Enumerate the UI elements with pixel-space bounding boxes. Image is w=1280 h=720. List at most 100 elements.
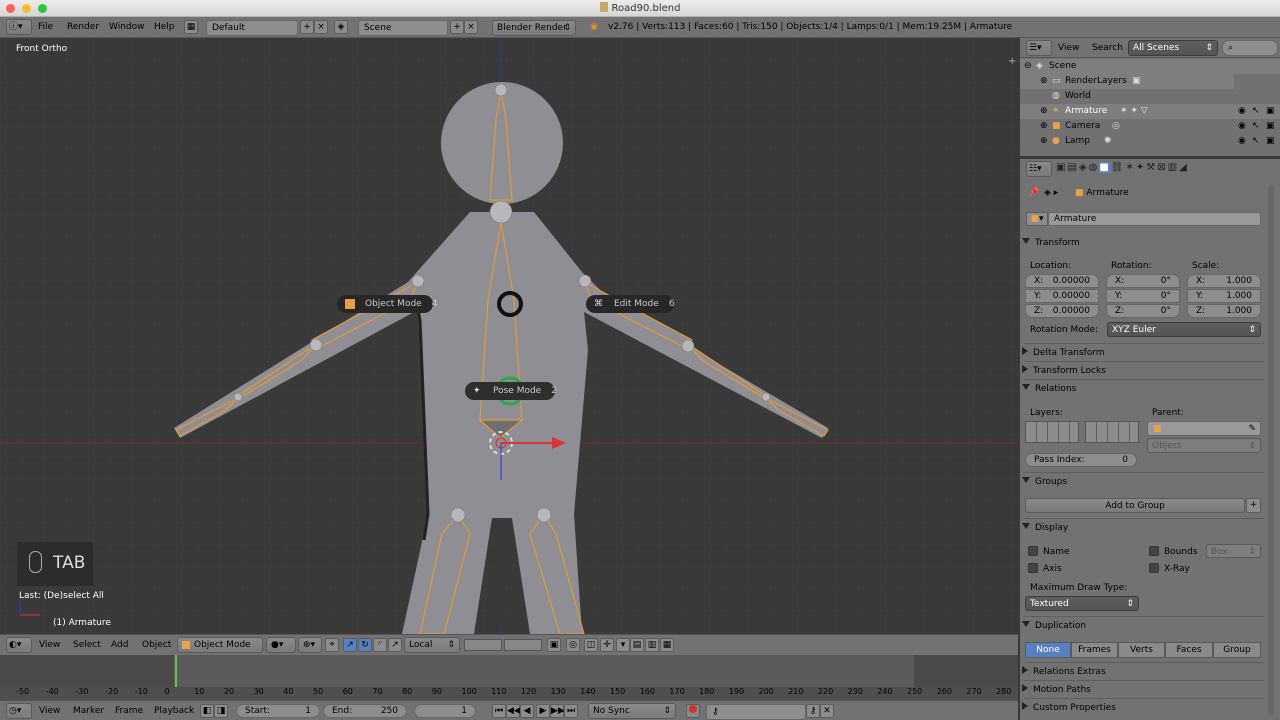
- outliner-row-renderlayers[interactable]: ⊕ ▭ RenderLayers ▣: [1020, 74, 1234, 89]
- mode-dropdown[interactable]: Object Mode: [177, 637, 263, 653]
- rotation-z-field[interactable]: Z: 0°: [1106, 304, 1180, 318]
- menu-view[interactable]: View: [39, 703, 60, 719]
- outliner-search-input[interactable]: ⌕: [1222, 40, 1278, 56]
- object-tab-icon[interactable]: ■: [1099, 162, 1111, 173]
- object-name-field[interactable]: Armature: [1048, 212, 1261, 226]
- add-group-icon[interactable]: +: [1246, 498, 1261, 513]
- menu-playback[interactable]: Playback: [154, 703, 194, 719]
- proportional-edit-icon[interactable]: ◎: [566, 638, 580, 652]
- add-to-group-button[interactable]: Add to Group: [1025, 498, 1245, 513]
- panel-delta-transform-header[interactable]: Delta Transform: [1022, 346, 1262, 360]
- render-anim-icon[interactable]: ▦: [660, 638, 674, 652]
- menu-select[interactable]: Select: [73, 637, 101, 653]
- range-lock-icon[interactable]: ◨: [214, 704, 228, 718]
- bounds-type-dropdown[interactable]: Box ⇕: [1206, 544, 1261, 558]
- selectable-icon[interactable]: ↖: [1252, 134, 1260, 149]
- panel-transform-header[interactable]: Transform: [1022, 236, 1262, 250]
- editor-type-timeline-button[interactable]: ◷▾: [6, 703, 32, 719]
- auto-keyframe-icon[interactable]: [686, 704, 700, 718]
- properties-scrollbar[interactable]: [1268, 185, 1274, 715]
- rotation-y-field[interactable]: Y: 0°: [1106, 289, 1180, 303]
- menu-marker[interactable]: Marker: [73, 703, 104, 719]
- menu-frame[interactable]: Frame: [115, 703, 143, 719]
- renderable-icon[interactable]: ▣: [1266, 119, 1275, 134]
- panel-relations-extras-header[interactable]: Relations Extras: [1022, 665, 1262, 679]
- menu-add[interactable]: Add: [111, 637, 128, 653]
- world-tab-icon[interactable]: ◍: [1089, 162, 1100, 173]
- axis-checkbox[interactable]: [1028, 563, 1038, 573]
- scene-icon[interactable]: ◈: [334, 20, 348, 34]
- current-frame-field[interactable]: 1: [414, 704, 476, 718]
- insert-keyframe-icon[interactable]: ⚷: [806, 704, 820, 718]
- layers-grid-2[interactable]: [1085, 421, 1139, 443]
- lock-layers-icon[interactable]: ▣: [547, 638, 561, 652]
- parent-type-dropdown[interactable]: Object ⇕: [1147, 438, 1261, 453]
- material-tab-icon[interactable]: ⊠: [1157, 162, 1167, 173]
- pie-edit-mode[interactable]: ⌘ Edit Mode 6: [586, 295, 675, 313]
- pass-index-field[interactable]: Pass Index: 0: [1025, 453, 1137, 467]
- snap-toggle-icon[interactable]: ◫: [584, 638, 598, 652]
- orientation-dropdown[interactable]: Local ⇕: [404, 637, 460, 653]
- outliner-row-armature[interactable]: ⊕ ✶ Armature ✶ ✦ ▽ ◉ ↖ ▣: [1020, 104, 1280, 119]
- keying-set-field[interactable]: ⚷: [706, 704, 806, 720]
- location-y-field[interactable]: Y: 0.00000: [1025, 289, 1099, 303]
- preview-range-icon[interactable]: ◧: [200, 704, 214, 718]
- renderable-icon[interactable]: ▣: [1266, 134, 1275, 149]
- visibility-icon[interactable]: ◉: [1238, 119, 1246, 134]
- parent-field[interactable]: ■ ✎: [1147, 421, 1261, 436]
- layers-grid-1[interactable]: [1025, 421, 1079, 443]
- 3d-viewport[interactable]: Front Ortho + Object Mode 4 ⌘ Edit Mode 6 …: [0, 38, 1018, 634]
- scale-z-field[interactable]: Z: 1.000: [1187, 304, 1261, 318]
- data-tab-icon[interactable]: ✦: [1136, 162, 1146, 173]
- outliner-row-world[interactable]: ◍ World: [1020, 89, 1280, 104]
- display-mode-dropdown[interactable]: All Scenes ⇕: [1128, 40, 1218, 56]
- menu-search[interactable]: Search: [1092, 40, 1123, 56]
- constraints-tab-icon[interactable]: ⛓: [1111, 162, 1126, 173]
- scene-tab-icon[interactable]: ◈: [1079, 162, 1089, 173]
- max-draw-type-dropdown[interactable]: Textured ⇕: [1025, 596, 1139, 611]
- dupli-tab-frames[interactable]: Frames: [1071, 642, 1118, 658]
- pie-pose-mode[interactable]: ✦ Pose Mode 2: [465, 382, 557, 400]
- menu-render[interactable]: Render: [67, 19, 99, 35]
- outliner-row-scene[interactable]: ⊖ ◈ Scene: [1020, 59, 1280, 74]
- menu-object[interactable]: Object: [142, 637, 171, 653]
- scale-y-field[interactable]: Y: 1.000: [1187, 289, 1261, 303]
- panel-transform-locks-header[interactable]: Transform Locks: [1022, 364, 1262, 378]
- prev-keyframe-icon[interactable]: ◀◀: [506, 704, 521, 718]
- snap-target-icon[interactable]: ▾: [616, 638, 630, 652]
- screen-layout-icon[interactable]: ▦: [184, 20, 198, 34]
- panel-duplication-header[interactable]: Duplication: [1022, 619, 1262, 633]
- scale-manipulator-icon[interactable]: ◜: [373, 638, 387, 652]
- dupli-tab-none[interactable]: None: [1025, 642, 1071, 658]
- add-screen-icon[interactable]: +: [300, 20, 314, 34]
- bone-tab-icon[interactable]: ⚒: [1146, 162, 1157, 173]
- remove-screen-icon[interactable]: ×: [314, 20, 328, 34]
- name-checkbox[interactable]: [1028, 546, 1038, 556]
- layer-buttons-1[interactable]: [464, 639, 502, 651]
- visibility-icon[interactable]: ◉: [1238, 104, 1246, 119]
- physics-tab-icon[interactable]: ◢: [1179, 162, 1189, 173]
- editor-type-outliner-button[interactable]: ☰▾: [1026, 40, 1052, 56]
- delete-keyframe-icon[interactable]: ✕: [820, 704, 834, 718]
- rotate-manipulator-icon[interactable]: ↻: [358, 638, 372, 652]
- sync-dropdown[interactable]: No Sync ⇕: [588, 703, 676, 719]
- jump-end-icon[interactable]: ⏭: [564, 704, 578, 718]
- visibility-icon[interactable]: ◉: [1238, 134, 1246, 149]
- location-x-field[interactable]: X: 0.00000: [1025, 274, 1099, 288]
- arrow-manipulator-icon[interactable]: ↗: [388, 638, 402, 652]
- object-type-icon[interactable]: ■▾: [1026, 212, 1048, 226]
- dupli-tab-faces[interactable]: Faces: [1165, 642, 1213, 658]
- panel-custom-properties-header[interactable]: Custom Properties: [1022, 701, 1262, 715]
- pin-icon[interactable]: 📌: [1028, 187, 1039, 199]
- start-frame-field[interactable]: Start: 1: [236, 704, 320, 718]
- eyedropper-icon[interactable]: ✎: [1248, 422, 1256, 436]
- render-layers-tab-icon[interactable]: ▤: [1067, 162, 1078, 173]
- renderable-icon[interactable]: ▣: [1266, 104, 1275, 119]
- menu-file[interactable]: File: [38, 19, 53, 35]
- screen-layout-field[interactable]: Default: [206, 20, 298, 36]
- manipulator-toggle-icon[interactable]: ⌖: [325, 638, 339, 652]
- properties-context-tabs[interactable]: ▣▤◈◍■⛓✶✦⚒⊠▥◢: [1056, 162, 1189, 173]
- pivot-dropdown[interactable]: ⊕▾: [298, 637, 322, 653]
- opengl-render-icon[interactable]: ▤: [630, 638, 644, 652]
- xray-checkbox[interactable]: [1149, 563, 1159, 573]
